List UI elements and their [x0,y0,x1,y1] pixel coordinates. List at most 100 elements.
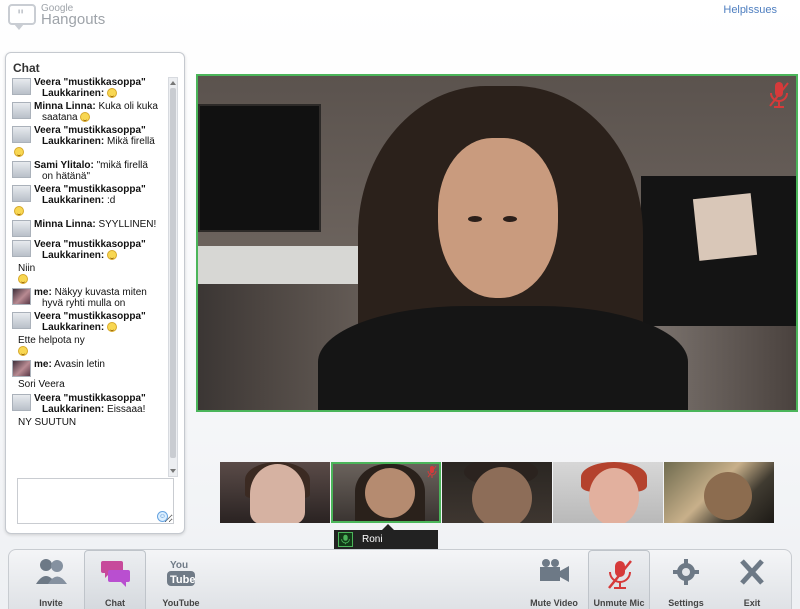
message-text: Kuka oli kuka [98,101,158,112]
participant-thumbnail[interactable] [553,462,663,523]
message-text: Sori Veera [18,379,65,390]
chat-message-line: NY SUUTUN [10,417,167,429]
chat-message: Veera "mustikkasoppa" Laukkarinen: Mikä f… [10,125,167,158]
youtube-button[interactable]: You Tube YouTube [150,550,212,609]
chat-message: Minna Linna: SYYLLINEN! [10,219,167,237]
chat-message-line: Niin [10,263,167,285]
chat-message: Veera "mustikkasoppa" Laukkarinen: [10,311,167,333]
svg-text:Tube: Tube [170,574,195,586]
exit-label: Exit [743,598,761,608]
avatar [12,102,31,119]
main-video[interactable] [196,74,798,412]
chat-title: Chat [13,61,40,75]
message-text: NY SUUTUN [18,417,77,428]
settings-button[interactable]: Settings [655,550,717,609]
participant-thumbnail[interactable] [442,462,552,523]
sender-name-cont: Laukkarinen: [34,88,167,99]
avatar [12,185,31,202]
avatar [12,394,31,411]
sender-name-cont: Laukkarinen: :d [42,195,116,206]
avatar [12,312,31,329]
message-text-cont: on hätänä" [42,171,91,182]
avatar [12,126,31,143]
chat-bubbles-icon [101,561,130,587]
sender-name: Minna Linna: [34,219,96,230]
sender-name-cont: Laukkarinen: [34,250,167,261]
message-text-cont: saatana [34,112,167,123]
avatar [12,288,31,305]
avatar [12,161,31,178]
chat-message: me: Avasin letin [10,359,167,377]
youtube-icon: You Tube [167,560,195,586]
gear-icon [673,559,699,585]
scroll-up-icon[interactable] [170,81,176,85]
chat-scrollbar[interactable] [168,77,178,477]
settings-label: Settings [668,598,704,608]
close-icon [740,559,764,585]
participant-thumbnail[interactable] [220,462,330,523]
svg-text:You: You [170,560,188,571]
mute-video-label: Mute Video [530,598,578,608]
chat-message-line: Sori Veera [10,379,167,391]
sender-name: Minna Linna: [34,101,96,112]
logo-hangouts-text: Hangouts [41,11,106,28]
participant-thumbnail-selected[interactable] [331,462,441,523]
hangouts-logo: " Google Hangouts [8,3,108,30]
sender-name: Sami Ylitalo: [34,160,94,171]
avatar [12,360,31,377]
chat-message: Veera "mustikkasoppa" Laukkarinen: [10,77,167,99]
message-text: SYYLLINEN! [98,219,157,230]
message-text: "mikä firellä [96,160,148,171]
smiley-emoji-icon [80,112,91,122]
message-text: Niin [18,263,36,274]
participant-thumbnail[interactable] [664,462,774,523]
bottom-toolbar: Invite Chat You Tube YouTube Mute Video [8,549,792,609]
smiley-emoji-icon [107,322,118,332]
sender-name-cont: Laukkarinen: Eissaaa! [42,404,146,415]
smiley-emoji-icon [14,206,24,216]
help-link[interactable]: Help [723,4,746,16]
participant-name-tooltip: Roni Laukkarinen [334,524,438,564]
chat-panel: Chat Veera "mustikkasoppa" Laukkarinen: M… [5,52,185,534]
chat-message: Veera "mustikkasoppa" Laukkarinen: [10,239,167,261]
message-text: Ette helpota ny [18,335,85,346]
mic-muted-icon [427,465,437,478]
chat-message: Veera "mustikkasoppa" Laukkarinen: :d [10,184,167,217]
message-text: Avasin letin [54,359,105,370]
smiley-emoji-icon [14,147,24,157]
chat-message-line: Ette helpota ny [10,335,167,357]
avatar [12,220,31,237]
scroll-thumb[interactable] [170,88,176,458]
mute-video-button[interactable]: Mute Video [523,550,585,609]
mic-muted-icon [769,82,789,108]
smiley-emoji-icon [107,250,118,260]
message-text: Mikä firellä [107,136,155,147]
unmute-mic-label: Unmute Mic [593,598,645,608]
scroll-down-icon[interactable] [170,469,176,473]
smiley-emoji-icon [18,346,28,356]
invite-label: Invite [39,598,63,608]
video-camera-icon [540,559,569,582]
unmute-mic-button[interactable]: Unmute Mic [588,550,650,609]
emoji-picker-icon[interactable]: ☺ [157,511,168,522]
sender-name: me: [34,359,52,370]
chat-message: Veera "mustikkasoppa" Laukkarinen: Eissaa… [10,393,167,415]
smiley-emoji-icon [107,88,118,98]
chat-input[interactable] [17,478,174,524]
sender-name: Veera "mustikkasoppa" [34,184,146,195]
exit-button[interactable]: Exit [721,550,783,609]
sender-name: Veera "mustikkasoppa" [34,77,146,88]
background-tv [198,104,321,232]
sender-name-cont: Laukkarinen: [34,322,167,333]
chat-message: Sami Ylitalo: "mikä firellä on hätänä" [10,160,167,182]
invite-people-icon [36,559,67,584]
chat-message: me: Näkyy kuvasta miten hyvä ryhti mulla … [10,287,167,309]
sender-name: Veera "mustikkasoppa" [34,393,146,404]
youtube-label: YouTube [162,598,200,608]
chat-message-list[interactable]: Veera "mustikkasoppa" Laukkarinen: Minna … [10,77,167,475]
chat-label: Chat [105,598,125,608]
issues-link[interactable]: Issues [745,4,777,16]
chat-button[interactable]: Chat [84,550,146,609]
avatar [12,240,31,257]
invite-button[interactable]: Invite [20,550,82,609]
